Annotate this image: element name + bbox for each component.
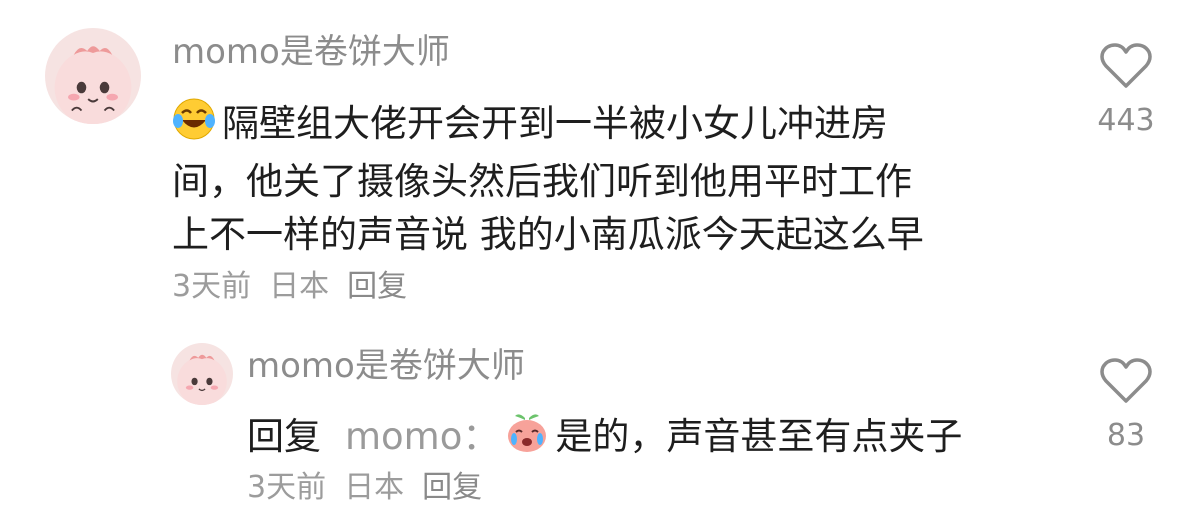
username[interactable]: momo是卷饼大师 (172, 32, 450, 72)
reply-prefix: 回复 (247, 415, 321, 458)
avatar[interactable] (171, 343, 233, 405)
reply-content: 是的，声音甚至有点夹子 (555, 415, 963, 458)
reply-meta: 3天前 日本 回复 (247, 470, 500, 506)
mention-link[interactable]: momo： (345, 415, 499, 458)
like-button[interactable]: 443 (1076, 42, 1176, 138)
comment-line-2: 间，他关了摄像头然后我们听到他用平时工作 (172, 160, 912, 203)
comment-line-1: 隔壁组大佬开会开到一半被小女儿冲进房 (222, 102, 888, 145)
comment-meta: 3天前 日本 回复 (172, 269, 425, 305)
comment-line-3: 上不一样的声音说 我的小南瓜派今天起这么早 (172, 213, 924, 256)
reply-button[interactable]: 回复 (347, 269, 407, 304)
heart-icon (1100, 358, 1152, 403)
timestamp: 3天前 (172, 269, 252, 304)
laughing-tears-emoji (172, 97, 216, 154)
reply-button[interactable]: 回复 (422, 470, 482, 505)
heart-icon (1100, 43, 1152, 88)
timestamp: 3天前 (247, 470, 327, 505)
username[interactable]: momo是卷饼大师 (247, 346, 525, 386)
avatar[interactable] (45, 28, 141, 124)
reply-text: 回复 momo： 是的，声音甚至有点夹子 (247, 410, 962, 467)
like-count: 443 (1097, 103, 1155, 138)
like-count: 83 (1106, 418, 1146, 453)
crying-peach-emoji (505, 410, 549, 467)
like-button[interactable]: 83 (1076, 357, 1176, 453)
location: 日本 (344, 470, 405, 505)
location: 日本 (269, 269, 330, 304)
comment-text: 隔壁组大佬开会开到一半被小女儿冲进房 (172, 97, 888, 154)
